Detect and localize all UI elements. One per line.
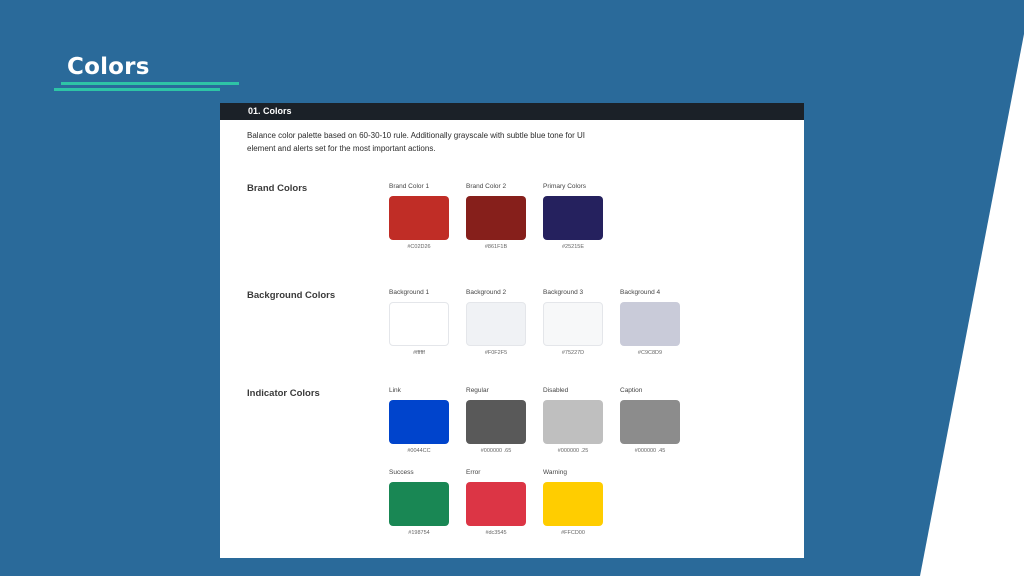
section-title-indicator: Indicator Colors <box>247 388 320 399</box>
card-header: 01. Colors <box>220 103 804 120</box>
swatch-label: Brand Color 2 <box>466 183 507 190</box>
swatch-hex: #0044CC <box>407 448 431 454</box>
swatch-hex: #000000 .65 <box>480 448 512 454</box>
swatch-label: Link <box>389 387 401 394</box>
swatch-label: Disabled <box>543 387 569 394</box>
swatch-color <box>389 400 449 444</box>
section-title-background: Background Colors <box>247 290 336 301</box>
swatch-background-4[interactable]: Background 4 #C9C8D9 <box>620 288 681 356</box>
swatch-color <box>466 302 526 346</box>
swatch-hex: #198754 <box>408 530 430 536</box>
slide-title: Colors <box>67 54 150 80</box>
swatch-success[interactable]: Success #198754 <box>389 468 450 536</box>
section-title-brand: Brand Colors <box>247 183 308 194</box>
swatch-color <box>466 400 526 444</box>
swatch-hex: #FFCD00 <box>561 530 585 536</box>
swatch-hex: #dc3545 <box>485 530 507 536</box>
swatch-label: Caption <box>620 387 643 394</box>
swatch-color <box>466 482 526 526</box>
swatch-color <box>389 302 449 346</box>
swatch-label: Primary Colors <box>543 183 586 190</box>
swatch-background-1[interactable]: Background 1 #ffffff <box>389 288 450 356</box>
swatch-primary[interactable]: Primary Colors #25215E <box>543 182 604 250</box>
swatch-label: Success <box>389 469 414 476</box>
swatch-hex: #861F1B <box>484 244 508 250</box>
swatch-hex: #25215E <box>561 244 585 250</box>
swatch-hex: #ffffff <box>413 350 425 356</box>
swatch-hex: #C9C8D9 <box>637 350 663 356</box>
swatch-label: Background 1 <box>389 289 430 296</box>
swatch-hex: #F0F2F5 <box>484 350 508 356</box>
swatch-color <box>543 302 603 346</box>
swatch-label: Background 4 <box>620 289 661 296</box>
swatch-hex: #C02D26 <box>407 244 431 250</box>
swatch-label: Brand Color 1 <box>389 183 430 190</box>
swatch-link[interactable]: Link #0044CC <box>389 386 450 454</box>
swatch-color <box>389 196 449 240</box>
swatch-label: Error <box>466 469 481 476</box>
swatch-color <box>543 482 603 526</box>
title-accent-line <box>54 88 220 91</box>
swatch-label: Regular <box>466 387 489 394</box>
swatch-background-3[interactable]: Background 3 #75227D <box>543 288 604 356</box>
swatch-brand-2[interactable]: Brand Color 2 #861F1B <box>466 182 527 250</box>
swatch-hex: #000000 .45 <box>634 448 666 454</box>
swatch-disabled[interactable]: Disabled #000000 .25 <box>543 386 604 454</box>
swatch-color <box>466 196 526 240</box>
swatch-hex: #000000 .25 <box>557 448 589 454</box>
swatch-background-2[interactable]: Background 2 #F0F2F5 <box>466 288 527 356</box>
swatch-regular[interactable]: Regular #000000 .65 <box>466 386 527 454</box>
swatch-hex: #75227D <box>561 350 585 356</box>
swatch-label: Background 2 <box>466 289 507 296</box>
swatch-color <box>543 400 603 444</box>
card-description: Balance color palette based on 60-30-10 … <box>247 131 585 153</box>
swatch-brand-1[interactable]: Brand Color 1 #C02D26 <box>389 182 450 250</box>
title-accent-line <box>61 82 239 85</box>
swatch-caption[interactable]: Caption #000000 .45 <box>620 386 681 454</box>
swatch-label: Warning <box>543 469 567 476</box>
swatch-color <box>620 400 680 444</box>
swatch-label: Background 3 <box>543 289 584 296</box>
swatch-color <box>389 482 449 526</box>
swatch-error[interactable]: Error #dc3545 <box>466 468 527 536</box>
swatch-color <box>620 302 680 346</box>
swatch-color <box>543 196 603 240</box>
swatch-warning[interactable]: Warning #FFCD00 <box>543 468 604 536</box>
colors-card: 01. Colors Balance color palette based o… <box>220 103 804 558</box>
